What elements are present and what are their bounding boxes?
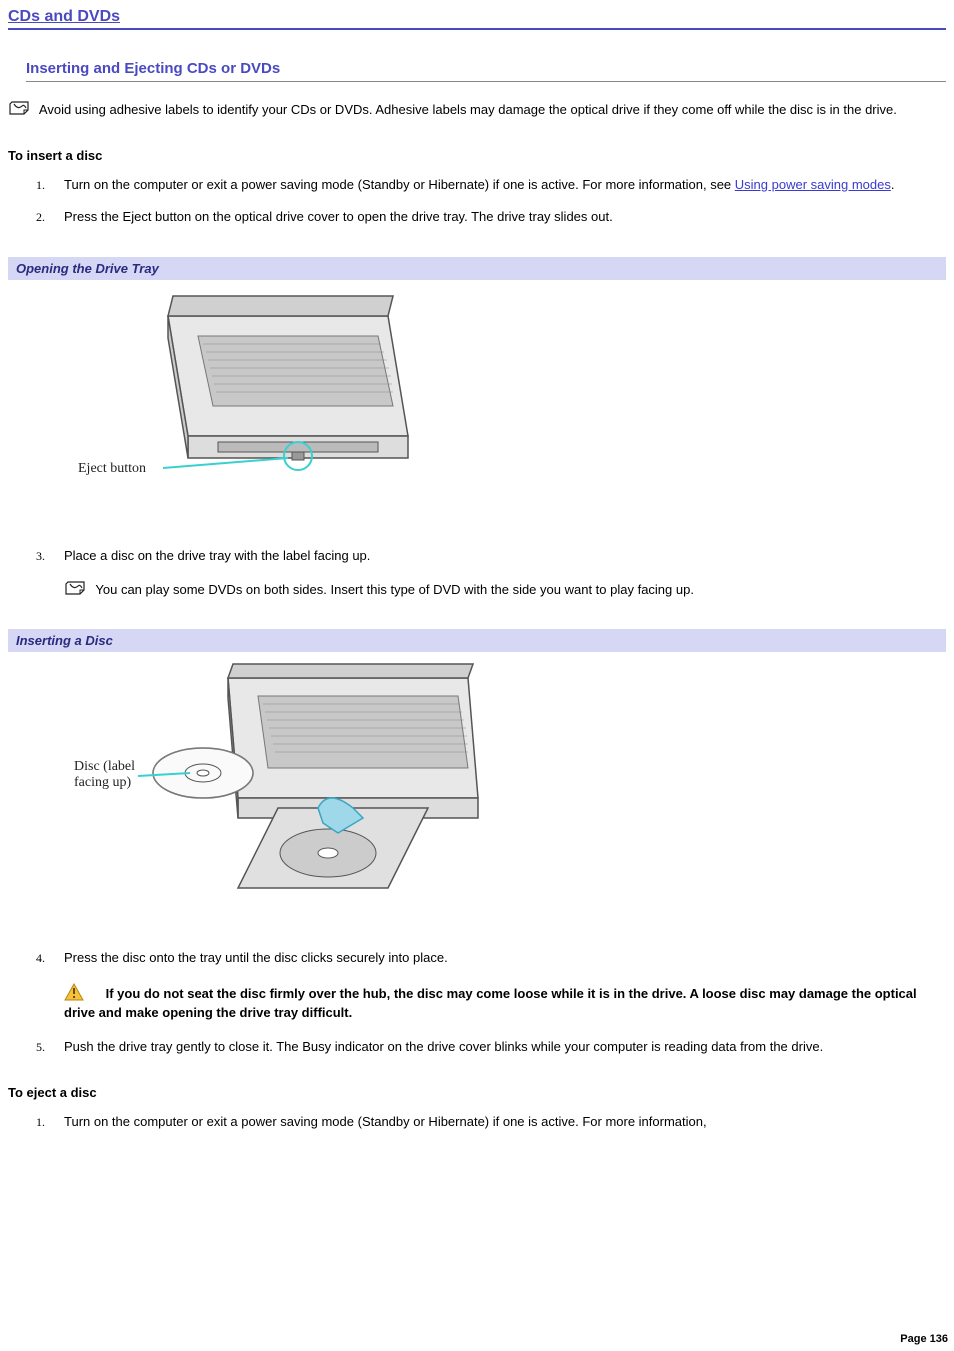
laptop-eject-illustration: Eject button	[68, 286, 428, 516]
step-1: Turn on the computer or exit a power sav…	[36, 175, 946, 195]
insert-steps-cont1: Place a disc on the drive tray with the …	[36, 546, 946, 600]
power-saving-link[interactable]: Using power saving modes	[735, 177, 891, 192]
figure1-caption: Opening the Drive Tray	[8, 257, 946, 280]
note-icon	[8, 100, 32, 116]
figure2: Disc (label facing up)	[68, 658, 946, 918]
laptop-insert-illustration: Disc (label facing up)	[68, 658, 488, 918]
insert-steps: Turn on the computer or exit a power sav…	[36, 175, 946, 227]
step-4-warning: If you do not seat the disc firmly over …	[64, 983, 946, 1023]
top-note-text: Avoid using adhesive labels to identify …	[39, 102, 897, 117]
insert-steps-cont2: Press the disc onto the tray until the d…	[36, 948, 946, 1056]
figure1: Eject button	[68, 286, 946, 516]
step-3-note: You can play some DVDs on both sides. In…	[64, 580, 946, 600]
step-4: Press the disc onto the tray until the d…	[36, 948, 946, 1022]
fig2-label1-text: Disc (label	[74, 759, 135, 774]
insert-heading: To insert a disc	[8, 148, 946, 163]
step-2: Press the Eject button on the optical dr…	[36, 207, 946, 227]
step-3-text: Place a disc on the drive tray with the …	[64, 548, 370, 563]
page-number: Page 136	[900, 1333, 948, 1345]
warning-icon	[64, 983, 84, 1001]
note-icon	[64, 580, 88, 596]
step-1-post: .	[891, 177, 895, 192]
step-5: Push the drive tray gently to close it. …	[36, 1037, 946, 1057]
eject-steps: Turn on the computer or exit a power sav…	[36, 1112, 946, 1132]
subsection-title: Inserting and Ejecting CDs or DVDs	[26, 60, 946, 82]
step-4-warn-text: If you do not seat the disc firmly over …	[64, 986, 917, 1021]
top-note: Avoid using adhesive labels to identify …	[8, 100, 946, 120]
fig1-label-text: Eject button	[78, 461, 146, 476]
section-title: CDs and DVDs	[8, 8, 946, 30]
step-4-text: Press the disc onto the tray until the d…	[64, 950, 448, 965]
figure2-caption: Inserting a Disc	[8, 629, 946, 652]
eject-heading: To eject a disc	[8, 1085, 946, 1100]
step-1-pre: Turn on the computer or exit a power sav…	[64, 177, 735, 192]
step-3-note-text: You can play some DVDs on both sides. In…	[95, 582, 694, 597]
step-3: Place a disc on the drive tray with the …	[36, 546, 946, 600]
eject-step-1: Turn on the computer or exit a power sav…	[36, 1112, 946, 1132]
fig2-label2-text: facing up)	[74, 775, 131, 790]
